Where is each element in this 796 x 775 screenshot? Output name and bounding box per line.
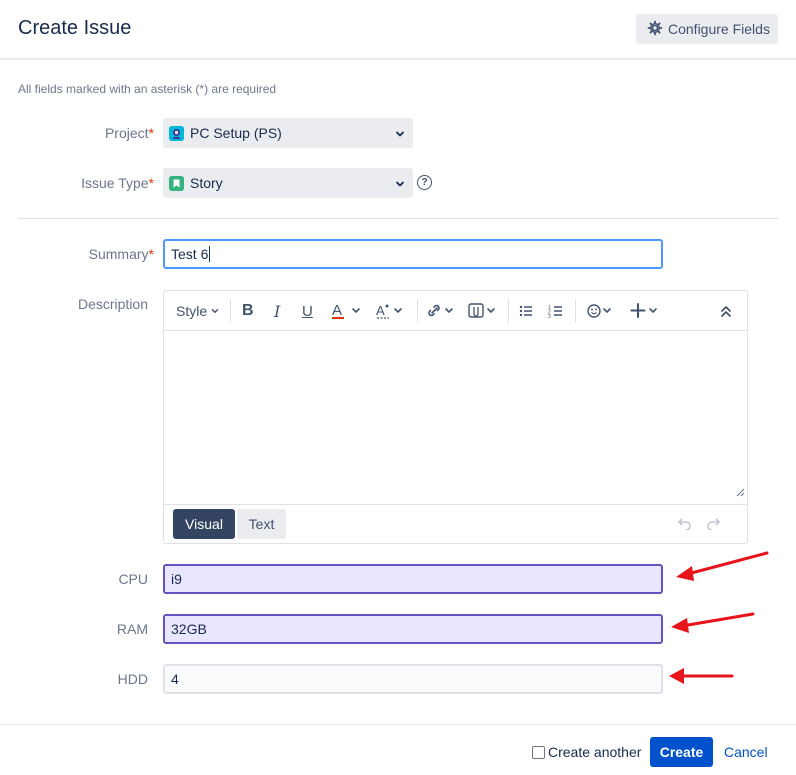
underline-icon[interactable]: U xyxy=(302,291,313,331)
collapse-toolbar-icon[interactable] xyxy=(720,291,732,331)
chevron-down-icon xyxy=(211,309,219,314)
section-divider xyxy=(18,218,778,219)
tab-text[interactable]: Text xyxy=(237,509,286,539)
cancel-link[interactable]: Cancel xyxy=(724,744,768,760)
configure-fields-button[interactable]: Configure Fields xyxy=(636,14,778,44)
annotation-arrow-cpu xyxy=(676,551,769,581)
editor-toolbar: Style B I U A A 123 xyxy=(164,291,747,331)
numbered-list-icon[interactable]: 123 xyxy=(548,291,564,331)
project-select[interactable]: PC Setup (PS) xyxy=(163,118,413,148)
chevron-down-icon xyxy=(394,177,406,193)
ram-value: 32GB xyxy=(171,621,207,637)
checkbox-box[interactable] xyxy=(532,745,545,759)
undo-icon[interactable] xyxy=(676,517,692,535)
toolbar-separator xyxy=(575,299,576,323)
plus-icon xyxy=(630,303,657,318)
description-label: Description xyxy=(77,296,148,312)
project-avatar-icon xyxy=(169,125,184,141)
project-label: Project* xyxy=(104,125,154,141)
hdd-value: 4 xyxy=(171,671,179,687)
toolbar-separator xyxy=(417,299,418,323)
toolbar-separator xyxy=(230,299,231,323)
paperclip-icon xyxy=(468,303,495,318)
bold-icon[interactable]: B xyxy=(242,291,254,331)
ram-input[interactable]: 32GB xyxy=(163,614,663,644)
issue-type-value: Story xyxy=(190,175,223,191)
summary-value: Test 6 xyxy=(171,246,209,262)
create-another-label: Create another xyxy=(548,744,642,760)
issue-type-label: Issue Type* xyxy=(81,175,154,191)
dialog-header: Create Issue Configure Fields xyxy=(0,0,796,60)
annotation-arrow-ram xyxy=(671,612,755,633)
dialog-title: Create Issue xyxy=(18,17,132,39)
emoji-button[interactable] xyxy=(586,291,618,331)
style-dropdown-label: Style xyxy=(176,303,208,319)
italic-icon[interactable]: I xyxy=(274,291,280,331)
project-value: PC Setup (PS) xyxy=(190,125,282,141)
hdd-label: HDD xyxy=(117,671,148,687)
story-icon xyxy=(169,175,184,191)
create-another-checkbox[interactable]: Create another xyxy=(532,744,641,760)
description-editor: Style B I U A A 123 Visual Text xyxy=(163,290,748,544)
description-textarea[interactable] xyxy=(164,332,747,504)
cpu-value: i9 xyxy=(171,571,182,587)
toolbar-separator xyxy=(508,299,509,323)
redo-icon[interactable] xyxy=(706,517,722,535)
ram-label: RAM xyxy=(116,621,148,637)
svg-text:A: A xyxy=(376,303,385,318)
attachment-button[interactable] xyxy=(468,291,500,331)
issue-type-select[interactable]: Story xyxy=(163,168,413,198)
emoji-icon xyxy=(587,304,611,318)
cpu-label: CPU xyxy=(118,571,148,587)
chevron-down-icon xyxy=(394,127,406,143)
style-dropdown[interactable]: Style xyxy=(176,291,220,331)
link-icon xyxy=(428,304,453,317)
create-button[interactable]: Create xyxy=(650,737,713,767)
svg-text:3: 3 xyxy=(548,314,551,319)
required-fields-note: All fields marked with an asterisk (*) a… xyxy=(18,82,277,96)
hdd-input[interactable]: 4 xyxy=(163,664,663,694)
link-button[interactable] xyxy=(426,291,458,331)
insert-more-button[interactable] xyxy=(630,291,662,331)
more-formatting-button[interactable]: A xyxy=(376,291,408,331)
tab-visual[interactable]: Visual xyxy=(173,509,235,539)
footer-divider xyxy=(0,724,796,725)
text-color-button[interactable]: A xyxy=(332,291,364,331)
configure-fields-label: Configure Fields xyxy=(668,21,770,37)
help-icon[interactable]: ? xyxy=(417,175,432,190)
clear-formatting-icon: A xyxy=(376,303,402,319)
summary-input[interactable]: Test 6 xyxy=(163,239,663,269)
svg-text:A: A xyxy=(332,302,342,319)
bullet-list-icon[interactable] xyxy=(518,291,534,331)
cpu-input[interactable]: i9 xyxy=(163,564,663,594)
text-caret xyxy=(209,246,211,262)
editor-footer: Visual Text xyxy=(164,504,747,544)
text-color-icon: A xyxy=(332,302,360,319)
resize-handle-icon[interactable] xyxy=(736,484,745,502)
annotation-arrow-hdd xyxy=(669,668,734,684)
gear-icon xyxy=(647,20,668,39)
summary-label: Summary* xyxy=(88,246,154,262)
